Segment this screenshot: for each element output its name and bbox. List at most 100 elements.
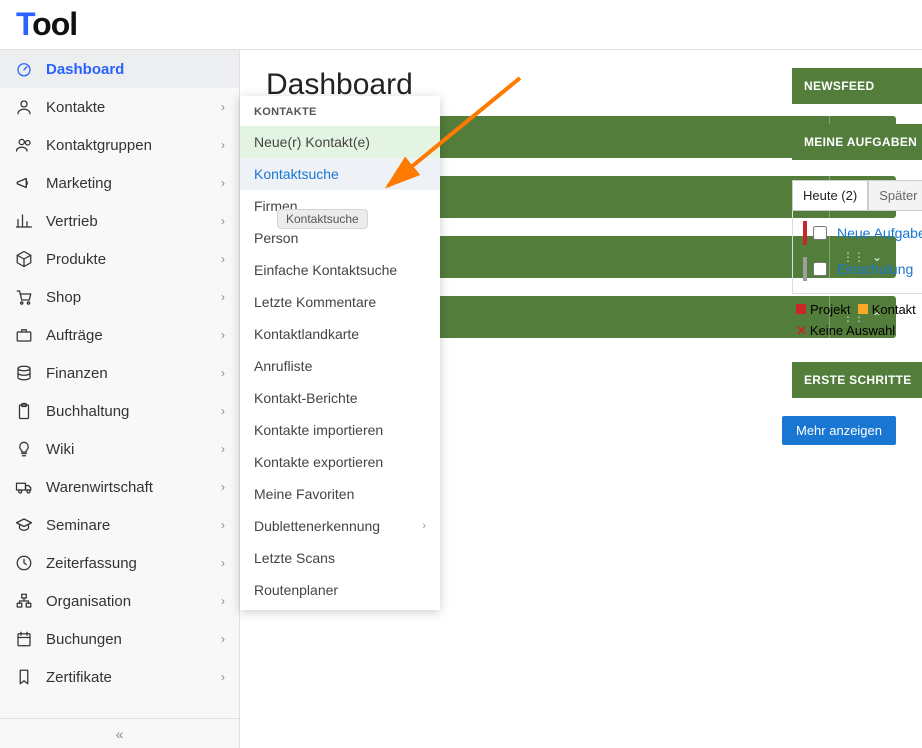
sidebar-label: Wiki (46, 441, 74, 458)
bars-icon (14, 212, 34, 230)
chevron-right-icon: › (221, 556, 225, 570)
task-tab[interactable]: Später (868, 180, 922, 210)
sidebar-item-dashboard[interactable]: Dashboard (0, 50, 239, 88)
sidebar-item-produkte[interactable]: Produkte › (0, 240, 239, 278)
megaphone-icon (14, 174, 34, 192)
chevron-right-icon: › (221, 214, 225, 228)
chevron-right-icon: › (221, 594, 225, 608)
right-column: NEWSFEED MEINE AUFGABEN Heute (2)Später … (792, 68, 922, 418)
sidebar-item-buchungen[interactable]: Buchungen › (0, 620, 239, 658)
grad-icon (14, 516, 34, 534)
chevron-right-icon: › (221, 100, 225, 114)
task-tab[interactable]: Heute (2) (792, 180, 868, 210)
legend-projekt: Projekt (810, 302, 850, 317)
flyout-item-kontaktsuche[interactable]: Kontaktsuche (240, 158, 440, 190)
newsfeed-panel[interactable]: NEWSFEED (792, 68, 922, 104)
sidebar-label: Marketing (46, 175, 112, 192)
sidebar-item-aufträge[interactable]: Aufträge › (0, 316, 239, 354)
clock-icon (14, 554, 34, 572)
chevron-right-icon: › (221, 442, 225, 456)
flyout-label: Kontaktlandkarte (254, 326, 359, 342)
sidebar-label: Aufträge (46, 327, 103, 344)
sidebar-item-organisation[interactable]: Organisation › (0, 582, 239, 620)
flyout-item-kontakt-berichte[interactable]: Kontakt-Berichte (240, 382, 440, 414)
sidebar-label: Organisation (46, 593, 131, 610)
chevron-right-icon: › (221, 404, 225, 418)
clipboard-icon (14, 402, 34, 420)
logo: Tool (16, 6, 77, 43)
sidebar-item-kontakte[interactable]: Kontakte › (0, 88, 239, 126)
flyout-label: Kontakt-Berichte (254, 390, 358, 406)
logo-t: T (16, 6, 32, 42)
coins-icon (14, 364, 34, 382)
sidebar-label: Zertifikate (46, 669, 112, 686)
flyout-label: Kontakte exportieren (254, 454, 383, 470)
chevron-right-icon: › (221, 480, 225, 494)
flyout-item-anrufliste[interactable]: Anrufliste (240, 350, 440, 382)
sidebar-label: Shop (46, 289, 81, 306)
flyout-item-letzte-kommentare[interactable]: Letzte Kommentare (240, 286, 440, 318)
sidebar-label: Buchungen (46, 631, 122, 648)
task-row[interactable]: Neue Aufgabe (793, 215, 922, 251)
sidebar-item-marketing[interactable]: Marketing › (0, 164, 239, 202)
flyout-label: Letzte Scans (254, 550, 335, 566)
sidebar-label: Produkte (46, 251, 106, 268)
kontakte-flyout: KONTAKTE Neue(r) Kontakt(e)KontaktsucheF… (240, 96, 440, 610)
flyout-item-dublettenerkennung[interactable]: Dublettenerkennung› (240, 510, 440, 542)
flyout-item-kontaktlandkarte[interactable]: Kontaktlandkarte (240, 318, 440, 350)
sidebar-item-zeiterfassung[interactable]: Zeiterfassung › (0, 544, 239, 582)
task-checkbox[interactable] (813, 262, 827, 276)
truck-icon (14, 478, 34, 496)
ribbon-icon (14, 668, 34, 686)
chevron-right-icon: › (221, 670, 225, 684)
sidebar-item-finanzen[interactable]: Finanzen › (0, 354, 239, 392)
chevron-right-icon: › (221, 518, 225, 532)
task-checkbox[interactable] (813, 226, 827, 240)
task-row[interactable]: Einschulung (793, 251, 922, 287)
task-link[interactable]: Einschulung (837, 261, 913, 277)
user-icon (14, 98, 34, 116)
sidebar-label: Finanzen (46, 365, 108, 382)
tasks-panel[interactable]: MEINE AUFGABEN (792, 124, 922, 160)
flyout-label: Anrufliste (254, 358, 312, 374)
logo-rest: ool (32, 6, 77, 42)
sidebar-item-kontaktgruppen[interactable]: Kontaktgruppen › (0, 126, 239, 164)
sidebar-collapse[interactable]: « (0, 718, 239, 748)
flyout-label: Person (254, 230, 298, 246)
flyout-item-meine-favoriten[interactable]: Meine Favoriten (240, 478, 440, 510)
flyout-item-kontakte-exportieren[interactable]: Kontakte exportieren (240, 446, 440, 478)
flyout-item-einfache-kontaktsuche[interactable]: Einfache Kontaktsuche (240, 254, 440, 286)
show-more-button[interactable]: Mehr anzeigen (782, 416, 896, 445)
flyout-item-letzte-scans[interactable]: Letzte Scans (240, 542, 440, 574)
task-link[interactable]: Neue Aufgabe (837, 225, 922, 241)
collapse-icon: « (116, 726, 124, 742)
flyout-label: Meine Favoriten (254, 486, 354, 502)
sidebar-item-shop[interactable]: Shop › (0, 278, 239, 316)
sidebar-item-buchhaltung[interactable]: Buchhaltung › (0, 392, 239, 430)
sidebar-item-wiki[interactable]: Wiki › (0, 430, 239, 468)
cube-icon (14, 250, 34, 268)
flyout-label: Kontaktsuche (254, 166, 339, 182)
first-steps-panel[interactable]: ERSTE SCHRITTE (792, 362, 922, 398)
app-header: Tool (0, 0, 922, 50)
sidebar-label: Seminare (46, 517, 110, 534)
chevron-right-icon: › (221, 366, 225, 380)
flyout-item-kontakte-importieren[interactable]: Kontakte importieren (240, 414, 440, 446)
sidebar-item-zertifikate[interactable]: Zertifikate › (0, 658, 239, 696)
sidebar-item-vertrieb[interactable]: Vertrieb › (0, 202, 239, 240)
task-legend: Projekt Kontakt ✕Keine Auswahl (792, 294, 922, 342)
sidebar-item-warenwirtschaft[interactable]: Warenwirtschaft › (0, 468, 239, 506)
bulb-icon (14, 440, 34, 458)
chevron-right-icon: › (221, 290, 225, 304)
legend-kontakt: Kontakt (872, 302, 916, 317)
sidebar-label: Warenwirtschaft (46, 479, 153, 496)
flyout-item-routenplaner[interactable]: Routenplaner (240, 574, 440, 606)
flyout-label: Routenplaner (254, 582, 338, 598)
cart-icon (14, 288, 34, 306)
sidebar-item-seminare[interactable]: Seminare › (0, 506, 239, 544)
flyout-item-neue-r-kontakt-e-[interactable]: Neue(r) Kontakt(e) (240, 126, 440, 158)
sidebar-label: Buchhaltung (46, 403, 129, 420)
chevron-right-icon: › (422, 520, 426, 532)
flyout-label: Einfache Kontaktsuche (254, 262, 397, 278)
chevron-right-icon: › (221, 328, 225, 342)
